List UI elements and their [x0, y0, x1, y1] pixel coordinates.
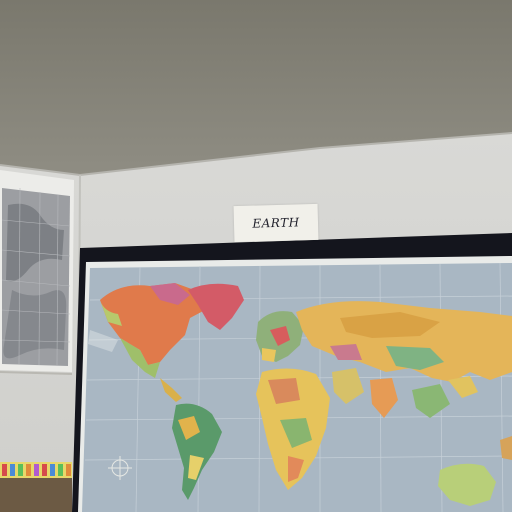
- earth-label-text: EARTH: [252, 215, 300, 231]
- earth-label-card: EARTH: [233, 203, 319, 243]
- classroom-wall-photo: EARTH: [0, 0, 512, 512]
- bulletin-board-border: [0, 462, 72, 512]
